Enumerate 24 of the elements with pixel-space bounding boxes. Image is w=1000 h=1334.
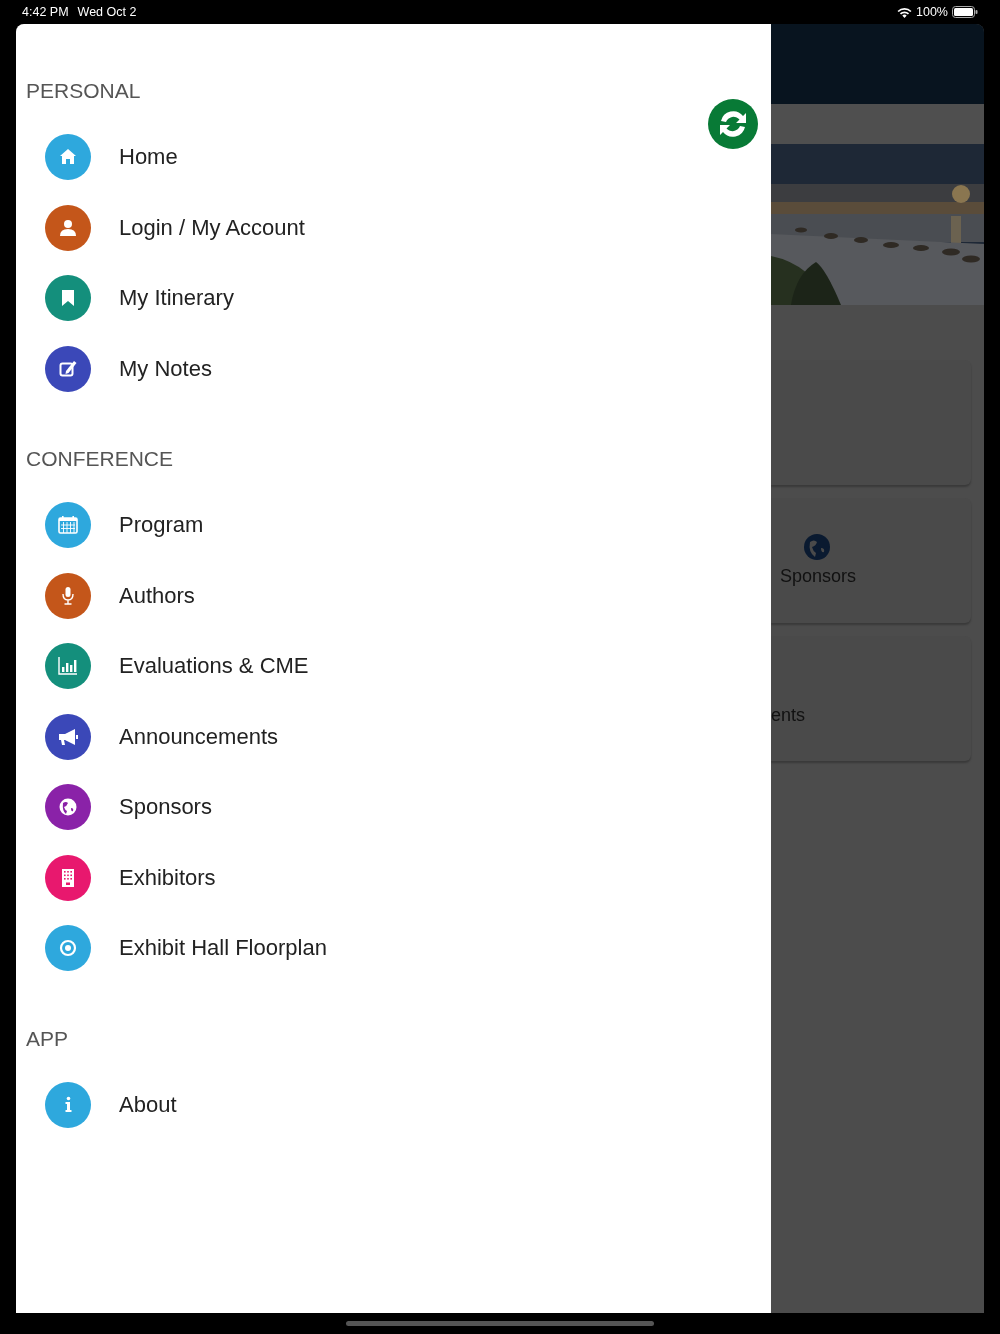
- menu-item[interactable]: My Notes: [16, 333, 771, 404]
- globe-icon: [804, 534, 830, 560]
- menu-item[interactable]: My Itinerary: [16, 263, 771, 334]
- menu-card[interactable]: [771, 360, 971, 485]
- home-indicator[interactable]: [346, 1321, 654, 1326]
- section-heading: APP: [25, 1025, 70, 1052]
- battery-percent: 100%: [916, 5, 948, 19]
- menu-item[interactable]: Exhibitors: [16, 842, 771, 913]
- status-date: Wed Oct 2: [77, 5, 137, 19]
- battery-icon: [952, 6, 978, 18]
- menu-item[interactable]: Login / My Account: [16, 192, 771, 263]
- menu-item[interactable]: Authors: [16, 560, 771, 631]
- status-time: 4:42 PM: [22, 5, 69, 19]
- menu-item[interactable]: About: [16, 1069, 771, 1140]
- menu-item[interactable]: Sponsors: [16, 772, 771, 843]
- menu-item[interactable]: Evaluations & CME: [16, 631, 771, 702]
- menu-item[interactable]: Announcements: [16, 701, 771, 772]
- section-heading: PERSONAL: [25, 78, 142, 104]
- section-heading: CONFERENCE: [25, 446, 174, 472]
- menu-item[interactable]: Program: [16, 490, 771, 561]
- menu-item[interactable]: Exhibit Hall Floorplan: [16, 913, 771, 984]
- wifi-icon: [897, 6, 912, 18]
- menu-item[interactable]: Home: [16, 122, 771, 193]
- refresh-button[interactable]: [708, 99, 758, 149]
